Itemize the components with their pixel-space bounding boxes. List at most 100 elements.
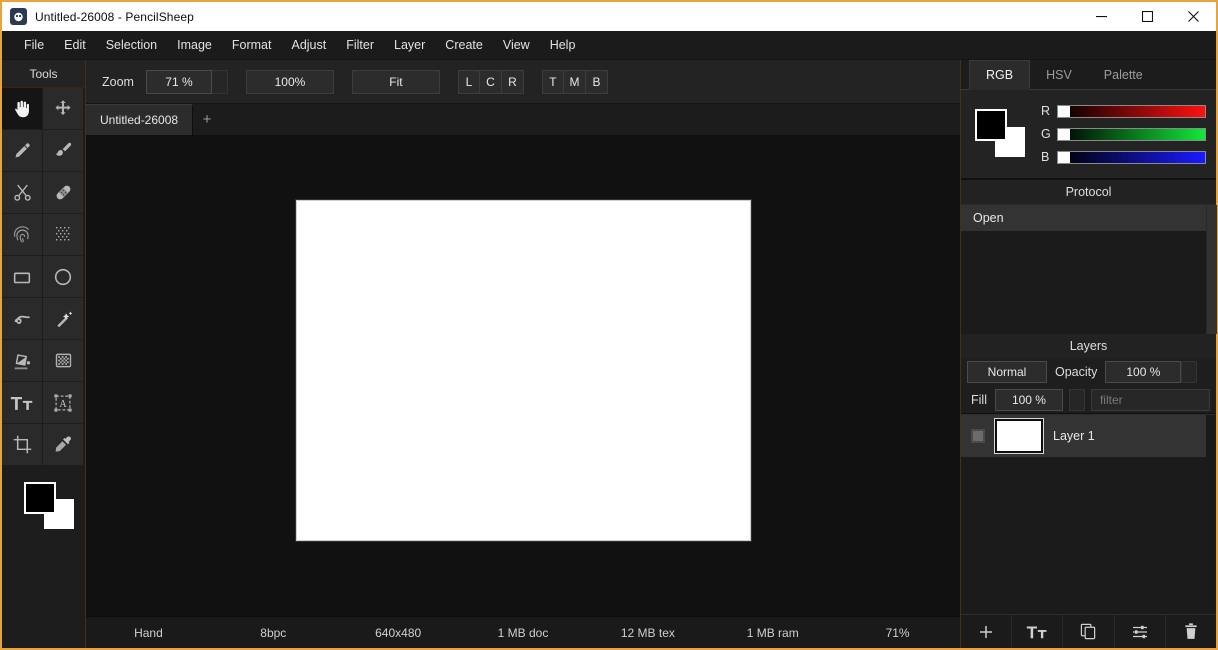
document-canvas[interactable] <box>294 198 752 542</box>
green-slider-handle[interactable] <box>1058 128 1070 140</box>
protocol-item-open[interactable]: Open <box>961 205 1206 231</box>
panel-foreground-swatch[interactable] <box>975 109 1007 141</box>
scissors-tool[interactable] <box>2 172 43 214</box>
healing-tool[interactable] <box>43 172 84 214</box>
red-slider[interactable] <box>1057 104 1206 118</box>
protocol-scrollbar-thumb[interactable] <box>1207 205 1217 334</box>
pencil-tool[interactable] <box>2 130 43 172</box>
align-top-button[interactable]: T <box>541 69 564 94</box>
brush-tool[interactable] <box>43 130 84 172</box>
tool-color-swatches[interactable] <box>2 466 85 536</box>
blend-mode-select[interactable]: Normal <box>967 361 1047 383</box>
layer-properties-button[interactable] <box>1115 615 1166 648</box>
layers-panel: Layers Normal Opacity 100 % Fill 100 % f… <box>961 334 1216 648</box>
blue-slider-row: B <box>1041 150 1206 164</box>
magic-wand-tool[interactable] <box>43 298 84 340</box>
fill-stepper[interactable] <box>1068 388 1085 411</box>
text-box-tool[interactable]: A <box>43 382 84 424</box>
menu-adjust[interactable]: Adjust <box>281 33 336 57</box>
zoom-fit-button[interactable]: Fit <box>351 69 440 94</box>
menu-view[interactable]: View <box>493 33 540 57</box>
protocol-panel: Open <box>961 204 1217 334</box>
align-right-button[interactable]: R <box>501 69 524 94</box>
add-text-layer-button[interactable] <box>1012 615 1064 648</box>
status-tex-memory: 12 MB tex <box>620 625 675 640</box>
menu-selection[interactable]: Selection <box>96 33 167 57</box>
menu-image[interactable]: Image <box>167 33 222 57</box>
add-layer-button[interactable] <box>961 615 1013 648</box>
blue-slider[interactable] <box>1057 150 1206 164</box>
foreground-color-swatch[interactable] <box>24 482 56 514</box>
paint-bucket-icon <box>14 353 31 369</box>
menu-filter[interactable]: Filter <box>336 33 384 57</box>
gradient-tool[interactable] <box>43 340 84 382</box>
fill-input[interactable]: 100 % <box>994 388 1063 411</box>
layer-row-layer-1[interactable]: Layer 1 <box>961 415 1206 457</box>
align-middle-button[interactable]: M <box>563 69 586 94</box>
fill-tool[interactable] <box>2 340 43 382</box>
rectangle-tool[interactable] <box>2 256 43 298</box>
layer-visibility-toggle[interactable] <box>971 429 985 443</box>
eyedropper-tool[interactable] <box>43 424 84 466</box>
hand-tool[interactable] <box>2 88 43 130</box>
status-active-tool: Hand <box>134 625 163 640</box>
blue-slider-handle[interactable] <box>1058 151 1070 163</box>
svg-text:A: A <box>59 399 67 410</box>
zoom-stepper[interactable] <box>211 69 228 94</box>
menu-format[interactable]: Format <box>222 33 282 57</box>
copy-icon <box>1080 623 1096 640</box>
ellipse-tool[interactable] <box>43 256 84 298</box>
delete-layer-button[interactable] <box>1166 615 1216 648</box>
color-panel-tabs: RGB HSV Palette <box>961 60 1216 90</box>
canvas-viewport[interactable] <box>86 136 960 616</box>
zoom-100-button[interactable]: 100% <box>245 69 334 94</box>
zoom-input[interactable]: 71 % <box>145 69 212 94</box>
minimize-button[interactable] <box>1078 2 1124 31</box>
tab-untitled-26008[interactable]: Untitled-26008 <box>86 104 194 135</box>
text-tool[interactable] <box>2 382 43 424</box>
opacity-input[interactable]: 100 % <box>1105 361 1182 383</box>
layers-panel-title: Layers <box>961 334 1216 358</box>
document-tab-bar: Untitled-26008 + <box>86 104 960 136</box>
tab-palette[interactable]: Palette <box>1088 60 1159 89</box>
move-tool[interactable] <box>43 88 84 130</box>
layer-thumbnail[interactable] <box>994 418 1044 454</box>
align-bottom-button[interactable]: B <box>585 69 608 94</box>
menu-file[interactable]: File <box>14 33 54 57</box>
dither-tool[interactable] <box>43 214 84 256</box>
layer-filter-input[interactable]: filter <box>1090 388 1210 411</box>
checker-gradient-icon <box>55 353 71 368</box>
menu-bar: File Edit Selection Image Format Adjust … <box>2 31 1216 60</box>
menu-help[interactable]: Help <box>540 33 586 57</box>
crop-tool[interactable] <box>2 424 43 466</box>
menu-edit[interactable]: Edit <box>54 33 96 57</box>
text-frame-icon: A <box>54 393 72 412</box>
close-button[interactable] <box>1170 2 1216 31</box>
layer-list-scrollbar[interactable] <box>1206 415 1216 614</box>
menu-layer[interactable]: Layer <box>384 33 435 57</box>
red-slider-row: R <box>1041 104 1206 118</box>
red-label: R <box>1041 104 1051 118</box>
red-slider-handle[interactable] <box>1058 105 1070 117</box>
tab-rgb[interactable]: RGB <box>969 60 1031 90</box>
green-slider[interactable] <box>1057 127 1206 141</box>
layers-toolbar <box>961 614 1216 648</box>
canvas-wrapper <box>294 198 752 542</box>
opacity-stepper[interactable] <box>1181 361 1198 383</box>
protocol-scrollbar[interactable] <box>1206 205 1217 334</box>
text-tt-icon <box>10 396 33 410</box>
protocol-panel-title: Protocol <box>961 180 1216 204</box>
app-logo-icon <box>10 8 27 25</box>
layer-name-label: Layer 1 <box>1053 429 1095 443</box>
smudge-tool[interactable] <box>2 214 43 256</box>
duplicate-layer-button[interactable] <box>1063 615 1115 648</box>
path-tool[interactable] <box>2 298 43 340</box>
opacity-label: Opacity <box>1055 365 1098 379</box>
align-left-button[interactable]: L <box>457 69 480 94</box>
tab-hsv[interactable]: HSV <box>1030 60 1088 89</box>
menu-create[interactable]: Create <box>435 33 493 57</box>
maximize-button[interactable] <box>1124 2 1170 31</box>
status-bar: Hand 8bpc 640x480 1 MB doc 12 MB tex 1 M… <box>86 616 960 648</box>
new-tab-button[interactable]: + <box>193 104 221 135</box>
align-center-button[interactable]: C <box>479 69 502 94</box>
